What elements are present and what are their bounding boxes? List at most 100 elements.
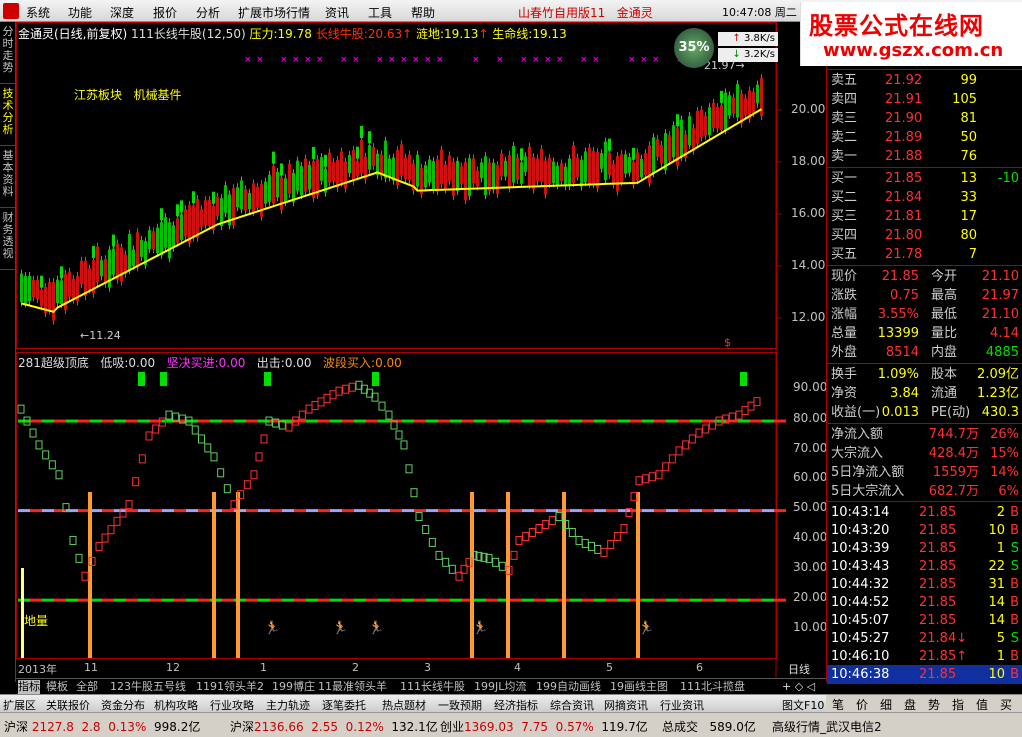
server-name[interactable]: 高级行情_武汉电信2 xyxy=(772,718,882,735)
ind-tick: 30.00 xyxy=(793,560,828,574)
ftab-formula[interactable]: 11最准领头羊 xyxy=(318,680,387,694)
candle-body xyxy=(84,260,87,297)
divider xyxy=(827,501,1022,502)
candle-body xyxy=(72,278,75,300)
menu-help[interactable]: 帮助 xyxy=(411,4,435,21)
rtab-price[interactable]: 价 xyxy=(856,696,868,713)
tab-intraday[interactable]: 分时走势 xyxy=(0,22,16,84)
candle-body xyxy=(640,158,643,178)
indicator-step xyxy=(522,531,530,541)
kline-chart-area[interactable]: ×××××××××××××××××××××××××××$🏃🏃🏃🏃🏃 金通灵(日线… xyxy=(16,22,828,678)
ext-menu-item[interactable]: 扩展区 xyxy=(3,697,36,713)
candle-body xyxy=(656,139,659,157)
ext-menu-item[interactable]: 综合资讯 xyxy=(550,697,594,713)
menu-extended-market[interactable]: 扩展市场行情 xyxy=(238,4,310,21)
buy-signal-bar xyxy=(212,492,216,658)
candle-body xyxy=(628,157,631,173)
candle-body xyxy=(536,158,539,182)
indicator-step xyxy=(620,524,628,534)
rtab-value[interactable]: 值 xyxy=(976,696,988,713)
top-signal-square xyxy=(740,372,747,386)
ext-menu-item[interactable]: 资金分布 xyxy=(101,697,145,713)
ext-menu-item[interactable]: 一致预期 xyxy=(438,697,482,713)
candle-body xyxy=(256,186,259,208)
menu-depth[interactable]: 深度 xyxy=(110,4,134,21)
ext-menu-item[interactable]: 热点题材 xyxy=(382,697,426,713)
indicator-step xyxy=(675,446,683,456)
menu-quote[interactable]: 报价 xyxy=(153,4,177,21)
indicator-step xyxy=(655,470,663,480)
ftab-formula[interactable]: 199自动画线 xyxy=(536,680,601,694)
tab-technical[interactable]: 技术分析 xyxy=(0,84,16,146)
indicator-step xyxy=(435,550,443,560)
candle-body xyxy=(596,152,599,189)
price-tick: 14.00 xyxy=(791,258,826,272)
ext-menu-item[interactable]: 行业资讯 xyxy=(660,697,704,713)
ftab-formula[interactable]: 111北斗揽盘 xyxy=(680,680,745,694)
indicator-step xyxy=(741,406,749,416)
candle-spike xyxy=(720,90,723,103)
period-label[interactable]: 日线 xyxy=(788,661,810,677)
ext-menu-item[interactable]: 关联报价 xyxy=(46,697,90,713)
candle-body xyxy=(432,161,435,190)
rtab-buy[interactable]: 买 xyxy=(1000,696,1012,713)
ext-menu-item[interactable]: 行业攻略 xyxy=(210,697,254,713)
tab-fundamentals[interactable]: 基本资料 xyxy=(0,146,16,208)
sh-index[interactable]: 沪深 2127.8 2.8 0.13% 998.2亿 xyxy=(4,718,200,735)
candle-spike xyxy=(160,208,163,221)
candle-body xyxy=(472,158,475,184)
cy-index[interactable]: 创业1369.03 7.75 0.57% 119.7亿 xyxy=(440,718,648,735)
candle-body xyxy=(372,147,375,167)
candle-body xyxy=(408,154,411,181)
signal-mark: × xyxy=(244,55,252,65)
candle-spike xyxy=(212,191,215,204)
rtab-index[interactable]: 指 xyxy=(952,696,964,713)
ftab-formula[interactable]: 111长线牛股 xyxy=(400,680,465,694)
rtab-trades[interactable]: 笔 xyxy=(832,696,844,713)
candle-body xyxy=(288,163,291,194)
menu-news[interactable]: 资讯 xyxy=(325,4,349,21)
candle-body xyxy=(400,144,403,176)
nav-arrows[interactable]: + ◇ ◁ xyxy=(782,680,815,694)
candle-body xyxy=(588,147,591,184)
candle-body xyxy=(504,160,507,177)
signal-mark: × xyxy=(388,55,396,65)
ext-menu-item[interactable]: 逐笔委托 xyxy=(322,697,366,713)
candle-spike xyxy=(272,151,275,164)
menu-analysis[interactable]: 分析 xyxy=(196,4,220,21)
signal-mark: × xyxy=(292,55,300,65)
rtab-book[interactable]: 盘 xyxy=(904,696,916,713)
ftab-formula[interactable]: 123牛股五号线 xyxy=(110,680,186,694)
ftab-formula[interactable]: 19画线主图 xyxy=(610,680,668,694)
life-value: 19.13 xyxy=(532,27,567,41)
ftab-template[interactable]: 模板 xyxy=(46,680,68,694)
hs-index[interactable]: 沪深2136.66 2.55 0.12% 132.1亿 xyxy=(230,718,438,735)
indicator-step xyxy=(113,516,121,526)
candle-body xyxy=(552,161,555,184)
ext-menu-item[interactable]: 主力轨迹 xyxy=(266,697,310,713)
price-tick: 18.00 xyxy=(791,154,826,168)
ftab-all[interactable]: 全部 xyxy=(76,680,98,694)
indicator-step xyxy=(607,539,615,549)
indicator-step xyxy=(515,535,523,545)
ftab-formula[interactable]: 199博庄 xyxy=(272,680,315,694)
ftab-formula[interactable]: 1191领头羊2 xyxy=(196,680,264,694)
f10-button[interactable]: 图文F10 xyxy=(782,697,824,713)
indicator-step xyxy=(165,410,173,420)
ftab-indicator[interactable]: 指标 xyxy=(18,680,40,694)
candle-body xyxy=(688,116,691,146)
rtab-detail[interactable]: 细 xyxy=(880,696,892,713)
indicator-step xyxy=(613,531,621,541)
menu-function[interactable]: 功能 xyxy=(68,4,92,21)
rtab-trend[interactable]: 势 xyxy=(928,696,940,713)
ext-menu-item[interactable]: 经济指标 xyxy=(494,697,538,713)
candle-body xyxy=(300,166,303,196)
ftab-formula[interactable]: 199JL均流 xyxy=(474,680,526,694)
menu-tools[interactable]: 工具 xyxy=(368,4,392,21)
candle-body xyxy=(560,163,563,182)
candle-body xyxy=(260,183,263,217)
ext-menu-item[interactable]: 网摘资讯 xyxy=(604,697,648,713)
menu-system[interactable]: 系统 xyxy=(26,4,50,21)
tab-financials[interactable]: 财务透视 xyxy=(0,208,16,270)
ext-menu-item[interactable]: 机构攻略 xyxy=(154,697,198,713)
